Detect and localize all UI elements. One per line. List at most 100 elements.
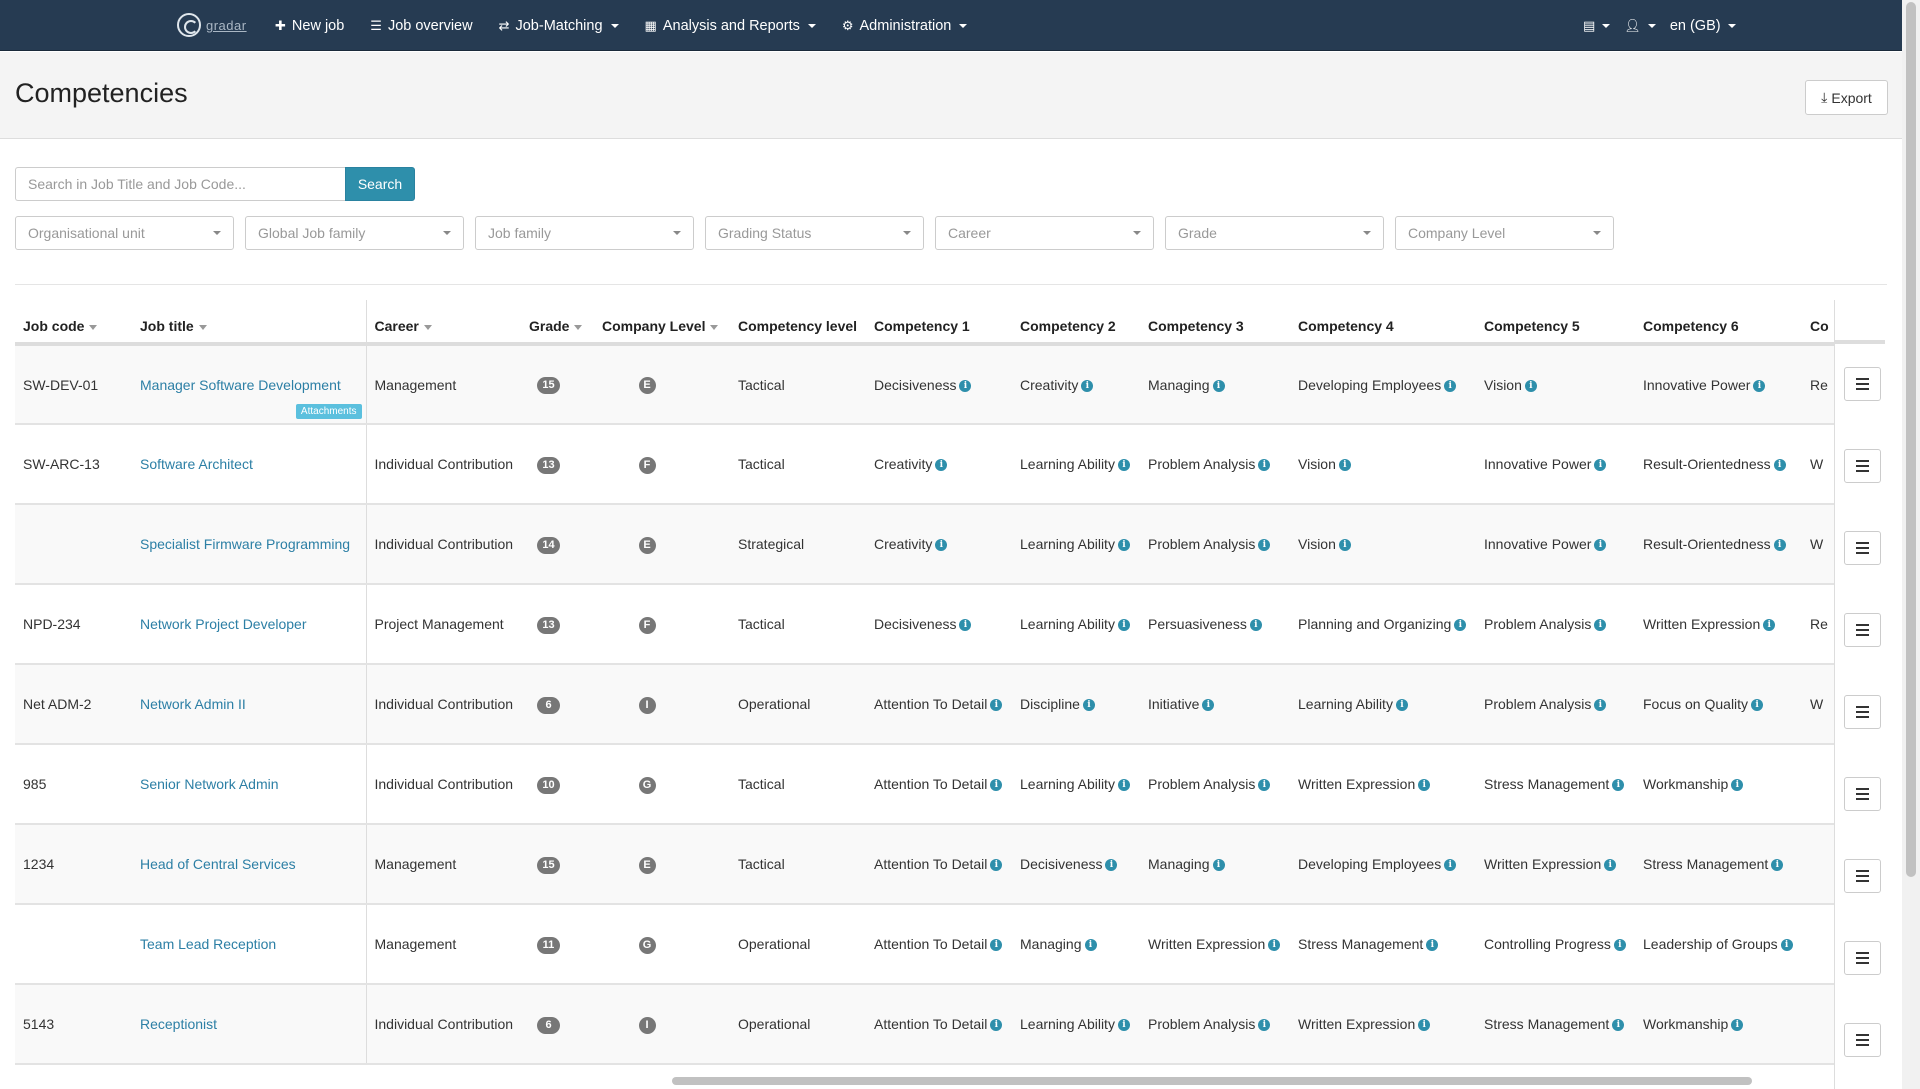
- info-icon[interactable]: i: [1117, 539, 1130, 552]
- horizontal-scrollbar[interactable]: [672, 1077, 1752, 1085]
- info-icon[interactable]: i: [1612, 1019, 1625, 1032]
- nav-analysis-reports[interactable]: ▦ Analysis and Reports: [645, 18, 816, 34]
- info-icon[interactable]: i: [1117, 459, 1130, 472]
- filter-global-job-family[interactable]: Global Job family: [245, 216, 464, 250]
- column-header[interactable]: Grade: [521, 300, 594, 346]
- filter-career[interactable]: Career: [935, 216, 1154, 250]
- row-menu-button[interactable]: [1844, 777, 1881, 811]
- info-icon[interactable]: i: [1594, 459, 1607, 472]
- search-button[interactable]: Search: [345, 167, 415, 201]
- info-icon[interactable]: i: [1773, 539, 1786, 552]
- column-header[interactable]: Job title: [132, 300, 367, 346]
- job-title-link[interactable]: Head of Central Services: [140, 856, 296, 872]
- info-icon[interactable]: i: [1249, 619, 1262, 632]
- info-icon[interactable]: i: [990, 779, 1003, 792]
- info-icon[interactable]: i: [1082, 699, 1095, 712]
- info-icon[interactable]: i: [1258, 1019, 1271, 1032]
- help-menu[interactable]: ▤: [1583, 18, 1611, 34]
- info-icon[interactable]: i: [1117, 619, 1130, 632]
- brand-logo-link[interactable]: gradar: [177, 13, 247, 37]
- info-icon[interactable]: i: [1751, 699, 1764, 712]
- info-icon[interactable]: i: [1524, 379, 1537, 392]
- export-button[interactable]: ⤓ Export: [1805, 80, 1888, 115]
- row-menu-button[interactable]: [1844, 695, 1881, 729]
- info-icon[interactable]: i: [1338, 539, 1351, 552]
- info-icon[interactable]: i: [1594, 539, 1607, 552]
- row-menu-button[interactable]: [1844, 367, 1881, 401]
- info-icon[interactable]: i: [990, 699, 1003, 712]
- info-icon[interactable]: i: [1081, 379, 1094, 392]
- job-title-link[interactable]: Receptionist: [140, 1016, 217, 1032]
- info-icon[interactable]: i: [1258, 539, 1271, 552]
- info-icon[interactable]: i: [1117, 779, 1130, 792]
- info-icon[interactable]: i: [1395, 699, 1408, 712]
- info-icon[interactable]: i: [1444, 859, 1457, 872]
- info-icon[interactable]: i: [1594, 619, 1607, 632]
- info-icon[interactable]: i: [1731, 779, 1744, 792]
- info-icon[interactable]: i: [959, 379, 972, 392]
- row-menu-button[interactable]: [1844, 531, 1881, 565]
- info-icon[interactable]: i: [1212, 379, 1225, 392]
- info-icon[interactable]: i: [1258, 779, 1271, 792]
- user-menu[interactable]: 👤︎: [1624, 18, 1656, 34]
- info-icon[interactable]: i: [1780, 939, 1793, 952]
- table-row: NPD-234 Network Project Developer Project …: [15, 584, 1834, 665]
- row-menu-button[interactable]: [1844, 1023, 1881, 1057]
- info-icon[interactable]: i: [990, 859, 1003, 872]
- info-icon[interactable]: i: [1613, 939, 1626, 952]
- filter-job-family[interactable]: Job family: [475, 216, 694, 250]
- job-title-link[interactable]: Team Lead Reception: [140, 936, 276, 952]
- info-icon[interactable]: i: [935, 459, 948, 472]
- info-icon[interactable]: i: [1753, 379, 1766, 392]
- info-icon[interactable]: i: [1771, 859, 1784, 872]
- info-icon[interactable]: i: [1444, 379, 1457, 392]
- info-icon[interactable]: i: [1258, 459, 1271, 472]
- info-icon[interactable]: i: [1773, 459, 1786, 472]
- filter-company-level[interactable]: Company Level: [1395, 216, 1614, 250]
- nav-job-matching[interactable]: ⇄ Job-Matching: [499, 18, 619, 34]
- row-menu-button[interactable]: [1844, 613, 1881, 647]
- info-icon[interactable]: i: [1105, 859, 1118, 872]
- job-title-link[interactable]: Software Architect: [140, 456, 253, 472]
- info-icon[interactable]: i: [1604, 859, 1617, 872]
- row-menu-button[interactable]: [1844, 859, 1881, 893]
- job-title-link[interactable]: Senior Network Admin: [140, 776, 279, 792]
- attachments-badge[interactable]: Attachments: [295, 404, 362, 419]
- info-icon[interactable]: i: [1612, 779, 1625, 792]
- info-icon[interactable]: i: [1212, 859, 1225, 872]
- info-icon[interactable]: i: [935, 539, 948, 552]
- row-menu-button[interactable]: [1844, 941, 1881, 975]
- filter-grade[interactable]: Grade: [1165, 216, 1384, 250]
- nav-new-job[interactable]: ✚ New job: [275, 18, 344, 34]
- info-icon[interactable]: i: [990, 939, 1003, 952]
- filter-organisational-unit[interactable]: Organisational unit: [15, 216, 234, 250]
- column-header[interactable]: Career: [366, 300, 521, 346]
- row-menu-button[interactable]: [1844, 449, 1881, 483]
- filter-grading-status[interactable]: Grading Status: [705, 216, 924, 250]
- column-header[interactable]: Job code: [15, 300, 132, 346]
- info-icon[interactable]: i: [1084, 939, 1097, 952]
- language-menu[interactable]: en (GB): [1670, 18, 1736, 34]
- info-icon[interactable]: i: [990, 1019, 1003, 1032]
- info-icon[interactable]: i: [1117, 1019, 1130, 1032]
- info-icon[interactable]: i: [959, 619, 972, 632]
- info-icon[interactable]: i: [1731, 1019, 1744, 1032]
- nav-job-overview[interactable]: ☰ Job overview: [370, 18, 472, 34]
- info-icon[interactable]: i: [1418, 779, 1431, 792]
- info-icon[interactable]: i: [1338, 459, 1351, 472]
- info-icon[interactable]: i: [1268, 939, 1281, 952]
- info-icon[interactable]: i: [1594, 699, 1607, 712]
- info-icon[interactable]: i: [1763, 619, 1776, 632]
- info-icon[interactable]: i: [1202, 699, 1215, 712]
- search-input[interactable]: [15, 167, 345, 201]
- vertical-scrollbar[interactable]: [1906, 2, 1916, 877]
- info-icon[interactable]: i: [1418, 1019, 1431, 1032]
- nav-administration[interactable]: ⚙ Administration: [842, 18, 968, 34]
- column-header[interactable]: Company Level: [594, 300, 730, 346]
- job-title-link[interactable]: Specialist Firmware Programming: [140, 536, 350, 552]
- info-icon[interactable]: i: [1454, 619, 1467, 632]
- job-title-link[interactable]: Manager Software Development: [140, 377, 341, 393]
- job-title-link[interactable]: Network Admin II: [140, 696, 246, 712]
- info-icon[interactable]: i: [1426, 939, 1439, 952]
- job-title-link[interactable]: Network Project Developer: [140, 616, 307, 632]
